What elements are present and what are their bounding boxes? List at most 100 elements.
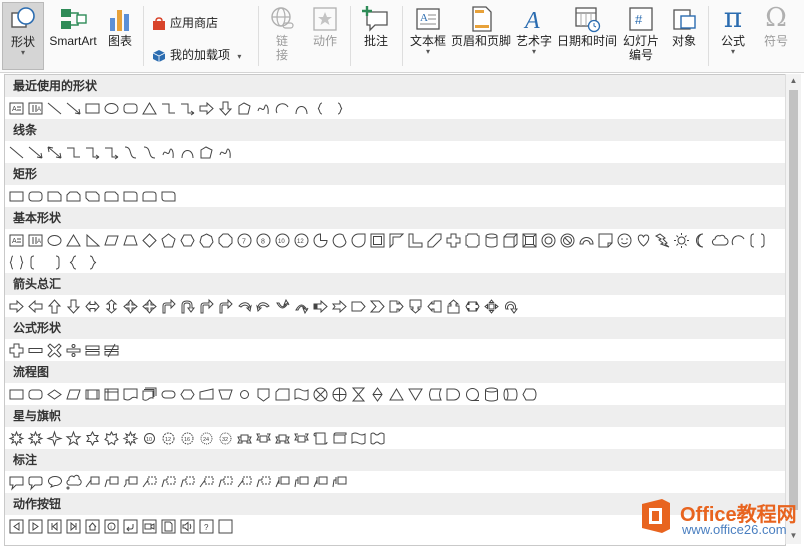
scroll-thumb[interactable] [789,90,798,510]
cross-shape-icon[interactable] [444,231,463,250]
fpredef-shape-icon[interactable] [83,385,102,404]
cline3-shape-icon[interactable] [121,473,140,492]
cline5-shape-icon[interactable] [178,473,197,492]
rect-shape-icon[interactable] [83,99,102,118]
rarrow-shape-icon[interactable] [197,99,216,118]
heptagon-shape-icon[interactable] [197,231,216,250]
falt-shape-icon[interactable] [26,385,45,404]
curvedL-shape-icon[interactable] [235,297,254,316]
store-button[interactable]: 应用商店 [152,12,218,34]
curve-shape-icon[interactable] [292,99,311,118]
abreturn-shape-icon[interactable] [121,517,140,536]
rrect-shape-icon[interactable] [26,187,45,206]
mult-shape-icon[interactable] [45,341,64,360]
smartart-button[interactable]: SmartArt [46,2,100,70]
uarrow-shape-icon[interactable] [45,297,64,316]
arc-shape-icon[interactable] [273,99,292,118]
quad-shape-icon[interactable] [140,297,159,316]
ftape-shape-icon[interactable] [292,385,311,404]
cline4-shape-icon[interactable] [140,473,159,492]
minus-shape-icon[interactable] [26,341,45,360]
crrect-shape-icon[interactable] [26,473,45,492]
diag-shape-icon[interactable] [425,231,444,250]
lshape-shape-icon[interactable] [406,231,425,250]
arrowline-shape-icon[interactable] [26,143,45,162]
brace2-shape-icon[interactable] [330,99,349,118]
curvedD-shape-icon[interactable] [292,297,311,316]
line-shape-icon[interactable] [7,143,26,162]
abdoc-shape-icon[interactable] [159,517,178,536]
my-addins-button[interactable]: 我的加载项 ▾ [152,44,241,66]
scribble-shape-icon[interactable] [254,99,273,118]
foffpage-shape-icon[interactable] [254,385,273,404]
absound-shape-icon[interactable] [178,517,197,536]
star5-shape-icon[interactable] [64,429,83,448]
scrollv-shape-icon[interactable] [311,429,330,448]
fdoc-shape-icon[interactable] [121,385,140,404]
ribbon1-shape-icon[interactable] [273,429,292,448]
divide-shape-icon[interactable] [64,341,83,360]
star32-shape-icon[interactable]: 32 [216,429,235,448]
callR-shape-icon[interactable] [387,297,406,316]
frame-shape-icon[interactable] [368,231,387,250]
notchedR-shape-icon[interactable] [330,297,349,316]
arc-shape-icon[interactable] [729,231,748,250]
scribble-shape-icon[interactable] [159,143,178,162]
gallery-scrollbar[interactable]: ▲ ▼ [785,74,801,544]
halfframe-shape-icon[interactable] [387,231,406,250]
abhome-shape-icon[interactable] [83,517,102,536]
abmovie-shape-icon[interactable] [140,517,159,536]
vtextbox-shape-icon[interactable]: A [26,99,45,118]
star8-shape-icon[interactable] [7,429,26,448]
oval-shape-icon[interactable] [45,231,64,250]
star16-shape-icon[interactable]: 16 [178,429,197,448]
fterm-shape-icon[interactable] [159,385,178,404]
smiley-shape-icon[interactable] [615,231,634,250]
star24-shape-icon[interactable]: 24 [197,429,216,448]
rbracket-shape-icon[interactable] [45,253,64,272]
abend-shape-icon[interactable] [64,517,83,536]
bolt-shape-icon[interactable] [653,231,672,250]
fdisplay-shape-icon[interactable] [520,385,539,404]
star10-shape-icon[interactable]: 10 [140,429,159,448]
brace-shape-icon[interactable] [311,99,330,118]
pie-shape-icon[interactable] [311,231,330,250]
stripedR-shape-icon[interactable] [311,297,330,316]
elbow-shape-icon[interactable] [159,99,178,118]
chord-shape-icon[interactable] [330,231,349,250]
comment-button[interactable]: 批注 [354,2,398,70]
callL-shape-icon[interactable] [425,297,444,316]
cloud-shape-icon[interactable] [710,231,729,250]
teardrop-shape-icon[interactable] [349,231,368,250]
chevron-shape-icon[interactable] [368,297,387,316]
dblarrow-shape-icon[interactable] [45,143,64,162]
arrowline-shape-icon[interactable] [64,99,83,118]
circArrow-shape-icon[interactable] [501,297,520,316]
round1-shape-icon[interactable] [121,187,140,206]
nosym-shape-icon[interactable] [558,231,577,250]
octagon-shape-icon[interactable] [216,231,235,250]
chart-button[interactable]: 图表 [102,2,138,70]
callU-shape-icon[interactable] [444,297,463,316]
star7-shape-icon[interactable] [102,429,121,448]
vtextbox-shape-icon[interactable]: A [26,231,45,250]
cline4-shape-icon[interactable] [197,473,216,492]
udarrow-shape-icon[interactable] [102,297,121,316]
wordart-button[interactable]: A 艺术字 ▾ [514,2,554,70]
fseq-shape-icon[interactable] [463,385,482,404]
fmdoc-shape-icon[interactable] [140,385,159,404]
cline4-shape-icon[interactable] [235,473,254,492]
dbrace-shape-icon[interactable] [7,253,26,272]
curlyR-shape-icon[interactable] [83,253,102,272]
textbox-button[interactable]: A 文本框 ▾ [406,2,450,70]
coval-shape-icon[interactable] [45,473,64,492]
ribbon2-shape-icon[interactable] [254,429,273,448]
tri-shape-icon[interactable] [64,231,83,250]
bent-shape-icon[interactable] [216,297,235,316]
fmanin-shape-icon[interactable] [197,385,216,404]
ribbon1-shape-icon[interactable] [235,429,254,448]
scrollh-shape-icon[interactable] [330,429,349,448]
snip1-shape-icon[interactable] [45,187,64,206]
snip3-shape-icon[interactable] [83,187,102,206]
fmanop-shape-icon[interactable] [216,385,235,404]
